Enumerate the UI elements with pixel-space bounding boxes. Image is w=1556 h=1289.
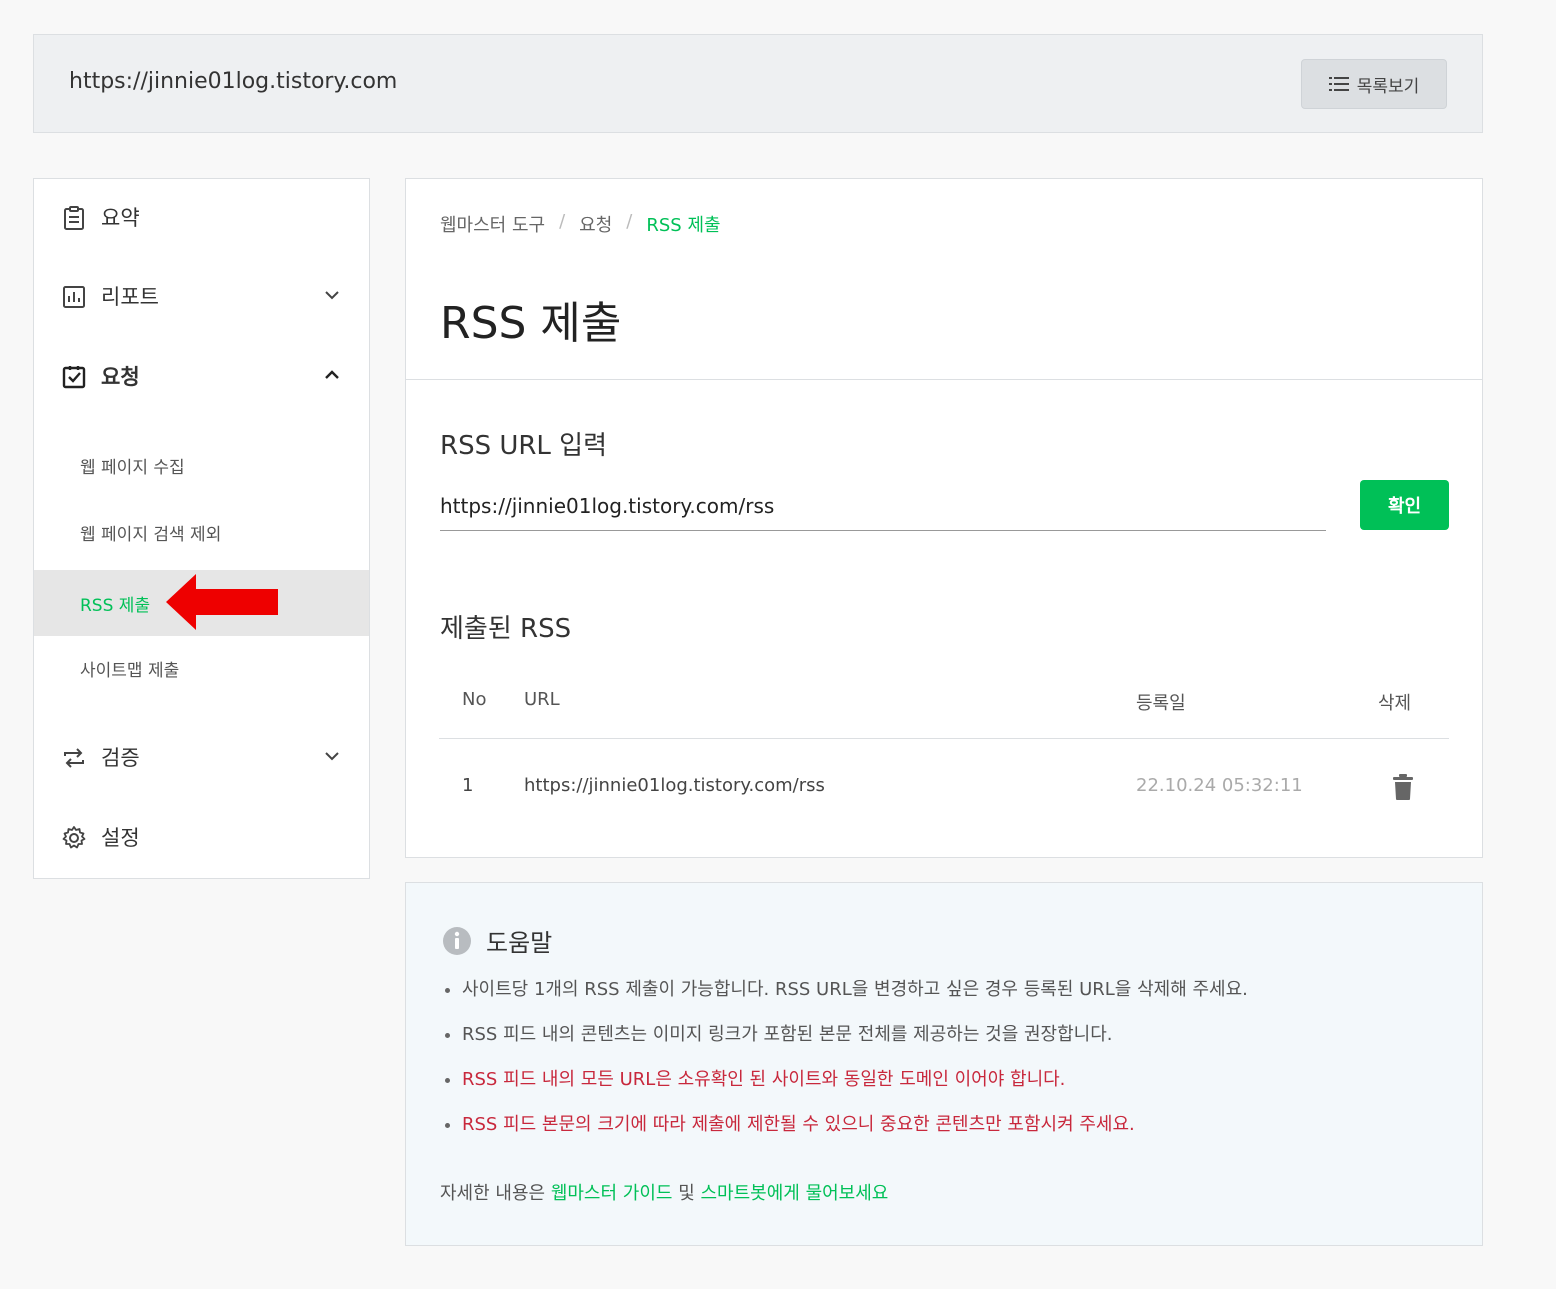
red-arrow-icon: [166, 574, 278, 630]
breadcrumb-item-current: RSS 제출: [646, 215, 721, 236]
list-view-button[interactable]: 목록보기: [1301, 59, 1447, 109]
help-title: 도움말: [486, 929, 553, 957]
row-url: https://jinnie01log.tistory.com/rss: [524, 775, 825, 796]
help-footer-mid: 및: [672, 1183, 701, 1204]
breadcrumb-item-webmaster[interactable]: 웹마스터 도구: [440, 211, 545, 237]
smartbot-link[interactable]: 스마트봇에게 물어보세요: [700, 1183, 888, 1204]
page-title: RSS 제출: [440, 298, 622, 349]
table-header-divider: [439, 738, 1449, 739]
sidebar-item-label: 설정: [101, 826, 140, 850]
help-item: 사이트당 1개의 RSS 제출이 가능합니다. RSS URL을 변경하고 싶은…: [462, 979, 1248, 1001]
sidebar-item-verify[interactable]: 검증: [34, 733, 369, 781]
column-header-no: No: [462, 689, 487, 710]
rss-url-input[interactable]: [440, 481, 1326, 531]
sidebar: 요약 리포트 요청 웹 페이지 수집 웹 페이지 검색 제외 RSS 제출 사이…: [33, 178, 370, 879]
column-header-url: URL: [524, 689, 560, 710]
help-footer: 자세한 내용은 웹마스터 가이드 및 스마트봇에게 물어보세요: [440, 1179, 888, 1205]
help-header: 도움말: [442, 923, 552, 958]
help-item-warning: RSS 피드 본문의 크기에 따라 제출에 제한될 수 있으니 중요한 콘텐츠만…: [462, 1114, 1248, 1136]
chevron-down-icon: [325, 291, 339, 300]
chevron-up-icon: [325, 370, 339, 379]
gear-icon: [62, 826, 86, 849]
repeat-icon: [64, 748, 84, 768]
section-divider: [406, 379, 1482, 380]
sidebar-item-settings[interactable]: 설정: [34, 813, 369, 861]
breadcrumb-separator: /: [559, 211, 566, 232]
check-square-icon: [62, 366, 86, 389]
sidebar-item-report[interactable]: 리포트: [34, 272, 369, 320]
clipboard-icon: [64, 206, 84, 230]
row-date: 22.10.24 05:32:11: [1136, 775, 1303, 796]
help-item-warning: RSS 피드 내의 모든 URL은 소유확인 된 사이트와 동일한 도메인 이어…: [462, 1069, 1248, 1091]
info-icon: [443, 926, 471, 955]
submitted-rss-label: 제출된 RSS: [440, 614, 572, 644]
sidebar-item-label: 요청: [101, 365, 140, 389]
confirm-button[interactable]: 확인: [1360, 480, 1449, 530]
breadcrumb-item-request[interactable]: 요청: [579, 211, 612, 237]
list-view-label: 목록보기: [1356, 76, 1420, 97]
sidebar-item-label: 리포트: [101, 285, 159, 309]
trash-icon[interactable]: [1392, 773, 1414, 801]
help-box: 도움말 사이트당 1개의 RSS 제출이 가능합니다. RSS URL을 변경하…: [405, 882, 1483, 1246]
column-header-date: 등록일: [1136, 693, 1186, 714]
breadcrumb-separator: /: [626, 211, 633, 232]
chevron-down-icon: [325, 752, 339, 761]
row-no: 1: [462, 775, 474, 796]
chart-icon: [63, 286, 85, 308]
webmaster-guide-link[interactable]: 웹마스터 가이드: [551, 1183, 673, 1204]
site-bar: https://jinnie01log.tistory.com 목록보기: [33, 34, 1483, 133]
sidebar-subitem-web-exclude[interactable]: 웹 페이지 검색 제외: [34, 499, 369, 565]
site-url: https://jinnie01log.tistory.com: [69, 69, 398, 94]
rss-url-input-label: RSS URL 입력: [440, 431, 608, 461]
help-footer-prefix: 자세한 내용은: [440, 1183, 551, 1204]
sidebar-item-request[interactable]: 요청: [34, 352, 369, 400]
sidebar-item-label: 검증: [101, 746, 140, 770]
sidebar-item-summary[interactable]: 요약: [34, 193, 369, 241]
sidebar-subitem-sitemap-submit[interactable]: 사이트맵 제출: [34, 635, 369, 701]
list-icon: [1328, 77, 1349, 91]
sidebar-subitem-web-collect[interactable]: 웹 페이지 수집: [34, 432, 369, 498]
column-header-delete: 삭제: [1378, 693, 1412, 714]
sidebar-item-label: 요약: [101, 206, 140, 230]
breadcrumb: 웹마스터 도구 / 요청 / RSS 제출: [440, 211, 721, 237]
rss-submit-panel: 웹마스터 도구 / 요청 / RSS 제출 RSS 제출 RSS URL 입력 …: [405, 178, 1483, 858]
help-list: 사이트당 1개의 RSS 제출이 가능합니다. RSS URL을 변경하고 싶은…: [440, 979, 1248, 1159]
help-item: RSS 피드 내의 콘텐츠는 이미지 링크가 포함된 본문 전체를 제공하는 것…: [462, 1024, 1248, 1046]
